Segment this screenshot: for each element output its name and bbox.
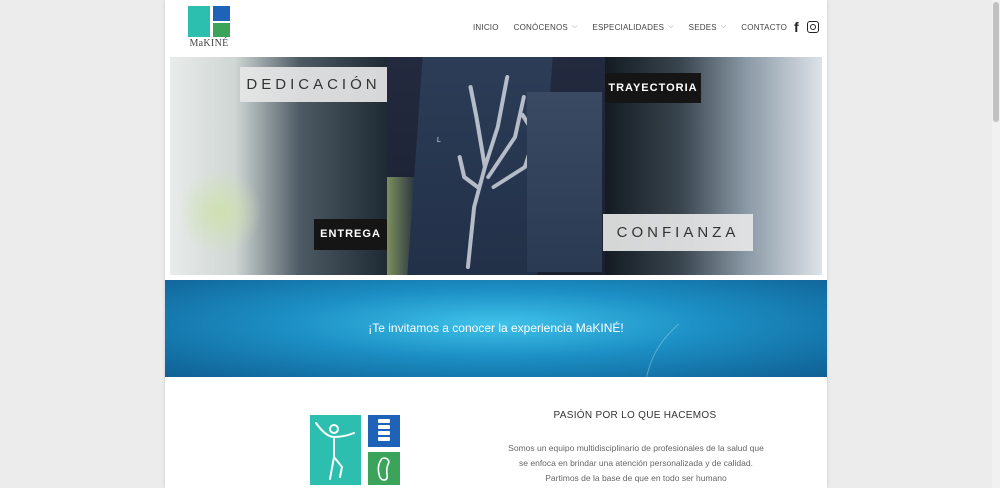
nav-label: CONÓCENOS [513,22,568,32]
nav-label: SEDES [688,22,717,32]
svg-text:L: L [437,136,442,144]
about-logo [310,415,402,488]
logo-figure-tile [188,6,210,37]
about-body: Somos un equipo multidisciplinario de pr… [508,443,764,483]
facebook-icon[interactable]: f [794,19,799,35]
nav-label: CONTACTO [741,22,788,32]
invitation-banner: ¡Te invitamos a conocer la experiencia M… [165,280,827,377]
dancer-figure-icon [315,422,355,480]
hero-collage: L DEDICACIÓN ENTREGA TRAYECTORIA CONFIAN… [170,57,822,275]
main-nav: INICIO CONÓCENOS ⌵ ESPECIALIDADES ⌵ SEDES ⌵… [473,19,819,35]
logo-figure-tile [310,415,361,485]
page-scrollbar[interactable] [992,0,1000,488]
logo-spine-tile [213,6,230,21]
site-logo[interactable]: MaKINÉ [185,6,233,52]
logo-spine-tile [368,415,400,447]
instagram-icon[interactable] [806,21,819,33]
nav-item-especialidades[interactable]: ESPECIALIDADES ⌵ [592,23,673,32]
nav-item-conocenos[interactable]: CONÓCENOS ⌵ [514,23,578,32]
chevron-down-icon: ⌵ [668,23,674,30]
about-title: PASIÓN POR LO QUE HACEMOS [553,410,717,421]
logo-foot-tile [368,452,400,485]
spine-icon [378,419,390,441]
chevron-down-icon: ⌵ [571,23,578,30]
chevron-down-icon: ⌵ [720,23,727,30]
nav-label: ESPECIALIDADES [592,22,665,32]
foot-icon [377,457,390,481]
hero-bokeh [180,167,260,257]
tag-trayectoria: TRAYECTORIA [605,73,701,103]
nav-item-sedes[interactable]: SEDES ⌵ [689,23,727,32]
tag-confianza: CONFIANZA [603,214,753,251]
banner-text: ¡Te invitamos a conocer la experiencia M… [368,321,624,335]
nav-label: INICIO [473,22,499,32]
page-container: MaKINÉ INICIO CONÓCENOS ⌵ ESPECIALIDADES ⌵… [165,0,827,488]
hero-panel-xray: L [387,57,605,275]
logo-foot-tile [213,23,230,37]
scrollbar-thumb[interactable] [993,2,999,122]
nav-item-contacto[interactable]: CONTACTO [741,23,787,32]
logo-text: MaKINÉ [189,38,229,49]
tag-dedicacion: DEDICACIÓN [240,67,387,102]
xray-film-secondary [527,92,602,272]
nav-item-inicio[interactable]: INICIO [473,23,499,32]
tag-entrega: ENTREGA [314,219,387,250]
